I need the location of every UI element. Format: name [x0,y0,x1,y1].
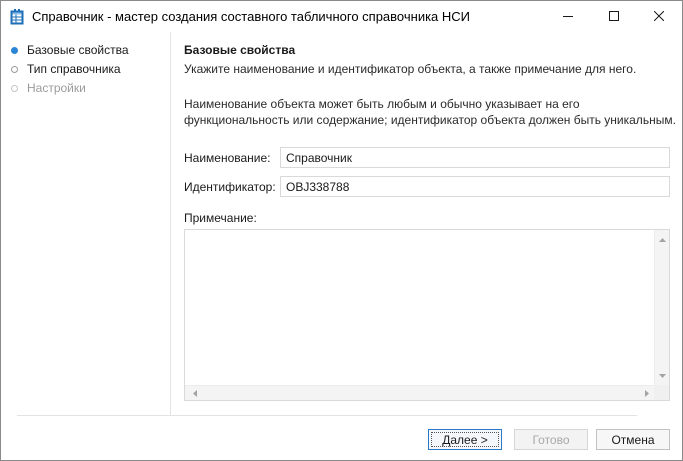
scroll-right-icon[interactable] [639,386,654,401]
identifier-input[interactable] [280,176,670,197]
minimize-icon [563,10,573,24]
scroll-up-icon[interactable] [655,232,670,247]
minimize-button[interactable] [545,1,591,32]
table-book-icon [10,9,24,25]
step-disabled-dot-icon [11,84,18,92]
vertical-scrollbar[interactable] [654,230,669,385]
nav-step-label: Тип справочника [27,62,121,76]
nav-step-directory-type[interactable]: Тип справочника [11,61,121,77]
close-button[interactable] [636,1,682,32]
close-icon [653,10,665,24]
maximize-icon [609,10,619,24]
nav-step-settings: Настройки [11,80,86,96]
focus-rect [431,432,499,447]
nav-step-label: Настройки [27,81,86,95]
scrollbar-corner [654,385,669,400]
cancel-button-label: Отмена [611,432,655,447]
footer-divider [17,415,637,416]
section-subtitle: Укажите наименование и идентификатор объ… [184,62,637,76]
title-bar[interactable]: Справочник - мастер создания составного … [1,1,682,32]
finish-button-label: Готово [532,432,570,447]
nav-step-label: Базовые свойства [27,43,129,57]
next-button[interactable]: Далее > [428,429,502,450]
nav-divider [170,32,171,415]
identifier-label: Идентификатор: [184,180,276,194]
note-text-area[interactable] [185,230,656,385]
name-label: Наименование: [184,151,271,165]
step-pending-dot-icon [11,65,18,73]
horizontal-scrollbar[interactable] [185,385,656,400]
note-textarea[interactable] [184,229,670,401]
note-label: Примечание: [184,211,257,225]
scroll-left-icon[interactable] [187,386,202,401]
cancel-button[interactable]: Отмена [596,429,670,450]
window-title: Справочник - мастер создания составного … [32,9,471,24]
step-active-dot-icon [11,46,18,54]
name-input[interactable] [280,147,670,168]
finish-button: Готово [514,429,588,450]
wizard-steps-nav: Базовые свойства Тип справочника Настрой… [1,32,170,415]
section-description: Наименование объекта может быть любым и … [184,97,676,127]
maximize-button[interactable] [591,1,637,32]
wizard-window: Справочник - мастер создания составного … [0,0,683,461]
nav-step-basic-properties[interactable]: Базовые свойства [11,42,129,58]
scroll-down-icon[interactable] [655,368,670,383]
section-title: Базовые свойства [184,43,296,57]
